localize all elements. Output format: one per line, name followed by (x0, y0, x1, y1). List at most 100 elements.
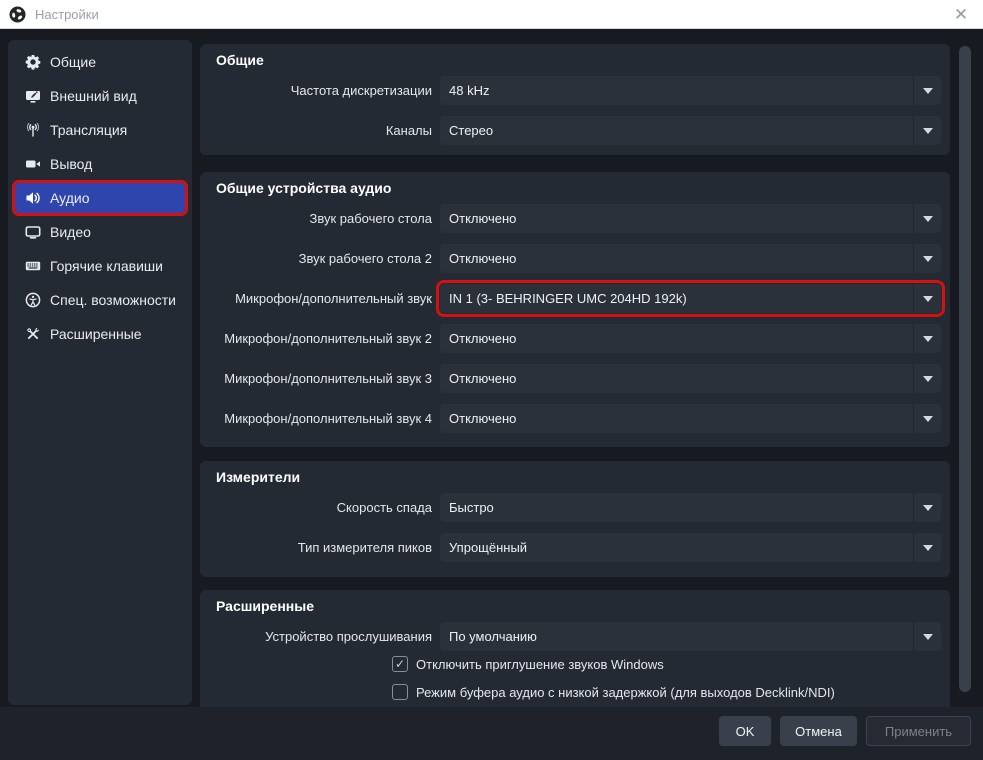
sidebar-item-audio[interactable]: Аудио (12, 180, 188, 216)
dropdown-value: По умолчанию (449, 629, 537, 644)
mic-aux-2-row: Микрофон/дополнительный звук 2 Отключено (200, 324, 950, 353)
desktop-audio-dropdown[interactable]: Отключено (440, 204, 941, 233)
decay-rate-row: Скорость спада Быстро (200, 493, 950, 522)
gear-icon (24, 54, 41, 71)
chevron-down-icon (922, 255, 933, 262)
monitoring-device-dropdown[interactable]: По умолчанию (440, 622, 941, 651)
decay-rate-dropdown[interactable]: Быстро (440, 493, 941, 522)
dropdown-value: Отключено (449, 371, 517, 386)
sample-rate-row: Частота дискретизации 48 kHz (200, 76, 950, 105)
settings-sidebar: Общие Внешний вид Трансляция Вывод Аудио… (8, 40, 192, 705)
sidebar-item-advanced[interactable]: Расширенные (15, 319, 185, 349)
field-label: Каналы (385, 123, 432, 138)
dropdown-arrow-button[interactable] (913, 533, 941, 562)
mic-aux-2-dropdown[interactable]: Отключено (440, 324, 941, 353)
dropdown-arrow-button[interactable] (913, 204, 941, 233)
checkbox-label: Режим буфера аудио с низкой задержкой (д… (416, 684, 835, 700)
desktop-audio-2-row: Звук рабочего стола 2 Отключено (200, 244, 950, 273)
dropdown-value: Отключено (449, 251, 517, 266)
field-label: Микрофон/дополнительный звук 3 (224, 371, 432, 386)
checkbox-unchecked-icon[interactable] (392, 684, 408, 700)
output-icon (24, 156, 41, 173)
field-label: Устройство прослушивания (265, 629, 432, 644)
field-label: Частота дискретизации (290, 83, 432, 98)
accessibility-icon (24, 292, 41, 309)
desktop-audio-2-dropdown[interactable]: Отключено (440, 244, 941, 273)
dropdown-arrow-button[interactable] (913, 116, 941, 145)
channels-row: Каналы Стерео (200, 116, 950, 145)
mic-aux-row: Микрофон/дополнительный звук IN 1 (3- BE… (200, 280, 950, 317)
low-latency-audio-checkbox[interactable]: Режим буфера аудио с низкой задержкой (д… (392, 684, 835, 700)
section-general: Общие Частота дискретизации 48 kHz Канал… (200, 44, 950, 155)
sidebar-item-label: Спец. возможности (50, 292, 176, 308)
dropdown-value: Отключено (449, 331, 517, 346)
field-label: Микрофон/дополнительный звук (235, 291, 432, 306)
dropdown-arrow-button[interactable] (913, 622, 941, 651)
checkbox-label: Отключить приглушение звуков Windows (416, 656, 664, 672)
appearance-icon (24, 88, 41, 105)
sidebar-item-label: Видео (50, 224, 91, 240)
close-icon[interactable]: ✕ (950, 4, 972, 26)
chevron-down-icon (922, 633, 933, 640)
speaker-icon (24, 190, 41, 207)
chevron-down-icon (922, 87, 933, 94)
window-title: Настройки (35, 6, 99, 22)
dropdown-value: Отключено (449, 411, 517, 426)
sidebar-item-label: Аудио (50, 190, 90, 206)
sidebar-item-video[interactable]: Видео (15, 217, 185, 247)
desktop-audio-row: Звук рабочего стола Отключено (200, 204, 950, 233)
sidebar-item-accessibility[interactable]: Спец. возможности (15, 285, 185, 315)
cancel-button[interactable]: Отмена (780, 716, 857, 746)
mic-aux-dropdown-highlighted[interactable]: IN 1 (3- BEHRINGER UMC 204HD 192k) (436, 280, 945, 317)
footer-bar: OK Отмена Применить (0, 707, 983, 760)
sidebar-item-stream[interactable]: Трансляция (15, 115, 185, 145)
sidebar-item-label: Общие (50, 54, 97, 70)
apply-button[interactable]: Применить (866, 716, 971, 746)
mic-aux-4-row: Микрофон/дополнительный звук 4 Отключено (200, 404, 950, 433)
vertical-scrollbar[interactable] (959, 46, 971, 692)
chevron-down-icon (922, 295, 933, 302)
section-audio-devices: Общие устройства аудио Звук рабочего сто… (200, 172, 950, 447)
field-label: Микрофон/дополнительный звук 2 (224, 331, 432, 346)
sidebar-item-label: Вывод (50, 156, 93, 172)
dropdown-value: Стерео (449, 123, 494, 138)
field-label: Микрофон/дополнительный звук 4 (224, 411, 432, 426)
mic-aux-4-dropdown[interactable]: Отключено (440, 404, 941, 433)
mic-aux-3-row: Микрофон/дополнительный звук 3 Отключено (200, 364, 950, 393)
dropdown-arrow-button[interactable] (913, 493, 941, 522)
channels-dropdown[interactable]: Стерео (440, 116, 941, 145)
checkbox-checked-icon[interactable]: ✓ (392, 656, 408, 672)
sidebar-item-output[interactable]: Вывод (15, 149, 185, 179)
dropdown-arrow-button[interactable] (913, 404, 941, 433)
dropdown-arrow-button[interactable] (913, 244, 941, 273)
display-icon (24, 224, 41, 241)
keyboard-icon (24, 258, 41, 275)
monitoring-device-row: Устройство прослушивания По умолчанию (200, 622, 950, 651)
dropdown-arrow-button[interactable] (913, 284, 941, 313)
sample-rate-dropdown[interactable]: 48 kHz (440, 76, 941, 105)
chevron-down-icon (922, 415, 933, 422)
dropdown-value: 48 kHz (449, 83, 490, 98)
obs-settings-window: { "window": { "title": "Настройки", "clo… (0, 0, 983, 760)
dropdown-value: Упрощённый (449, 540, 528, 555)
field-label: Звук рабочего стола 2 (298, 251, 432, 266)
ok-button[interactable]: OK (719, 716, 771, 746)
sidebar-item-general[interactable]: Общие (15, 47, 185, 77)
sidebar-item-label: Расширенные (50, 326, 142, 342)
section-title: Общие устройства аудио (216, 180, 392, 196)
sidebar-item-label: Трансляция (50, 122, 128, 138)
disable-windows-ducking-checkbox[interactable]: ✓ Отключить приглушение звуков Windows (392, 656, 664, 672)
peak-meter-type-row: Тип измерителя пиков Упрощённый (200, 533, 950, 562)
section-title: Расширенные (216, 598, 314, 614)
peak-meter-type-dropdown[interactable]: Упрощённый (440, 533, 941, 562)
chevron-down-icon (922, 335, 933, 342)
chevron-down-icon (922, 215, 933, 222)
dropdown-arrow-button[interactable] (913, 324, 941, 353)
sidebar-item-hotkeys[interactable]: Горячие клавиши (15, 251, 185, 281)
sidebar-item-appearance[interactable]: Внешний вид (15, 81, 185, 111)
broadcast-icon (24, 122, 41, 139)
field-label: Звук рабочего стола (309, 211, 433, 226)
mic-aux-3-dropdown[interactable]: Отключено (440, 364, 941, 393)
dropdown-arrow-button[interactable] (913, 364, 941, 393)
dropdown-arrow-button[interactable] (913, 76, 941, 105)
